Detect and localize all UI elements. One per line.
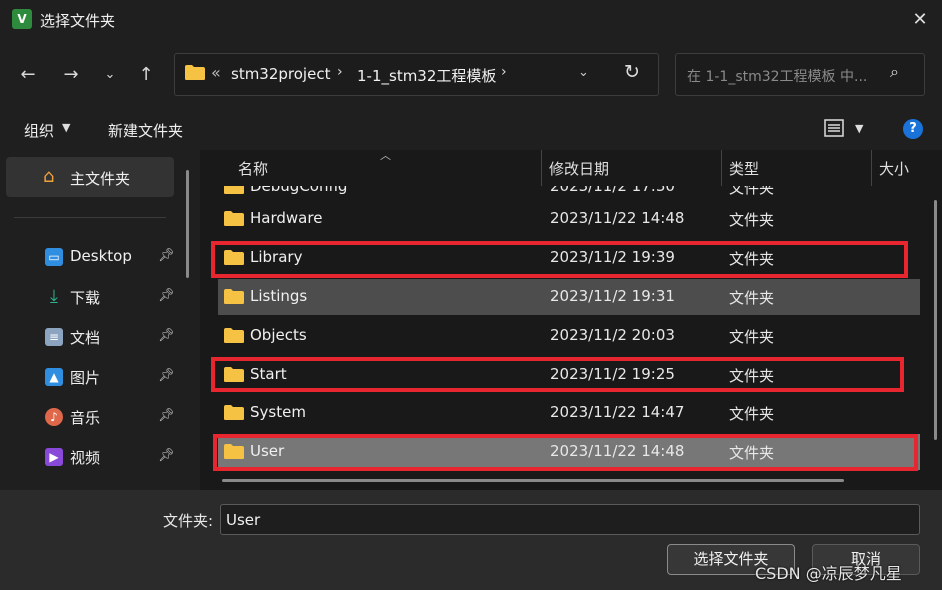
overflow-icon[interactable]: «	[211, 63, 221, 82]
sidebar-item-label: Desktop	[70, 247, 132, 265]
horizontal-scrollbar[interactable]	[222, 479, 844, 482]
file-row[interactable]: Objects 2023/11/2 20:03 文件夹	[218, 318, 920, 354]
sidebar-item-videos[interactable]: ▶ 视频 📌︎	[0, 439, 190, 475]
file-date: 2023/11/22 14:48	[550, 209, 685, 227]
sidebar-item-label: 下载	[70, 289, 101, 307]
music-icon: ♪	[45, 408, 63, 426]
file-type: 文件夹	[729, 211, 775, 229]
view-list-icon[interactable]	[824, 119, 844, 137]
chevron-right-icon[interactable]: ›	[337, 64, 343, 80]
file-name: DebugConfig	[250, 186, 348, 195]
file-row[interactable]: Listings 2023/11/2 19:31 文件夹	[218, 279, 920, 315]
file-name: Listings	[250, 287, 308, 305]
file-type: 文件夹	[729, 405, 775, 423]
document-icon: ≡	[45, 328, 63, 346]
column-divider[interactable]	[541, 150, 542, 186]
home-icon: ⌂	[43, 166, 55, 187]
arrow-left-icon[interactable]: ←	[14, 62, 42, 88]
arrow-right-icon[interactable]: →	[57, 62, 85, 88]
sidebar-divider	[14, 217, 166, 218]
file-row[interactable]: DebugConfig 2023/11/2 17:30 文件夹	[218, 186, 920, 198]
chevron-right-icon[interactable]: ›	[501, 64, 507, 80]
column-divider[interactable]	[871, 150, 872, 186]
file-row[interactable]: System 2023/11/22 14:47 文件夹	[218, 395, 920, 431]
folder-icon	[224, 405, 244, 420]
file-date: 2023/11/2 19:31	[550, 287, 675, 305]
highlight-box	[211, 357, 904, 392]
column-header-name[interactable]: 名称	[238, 158, 268, 179]
app-icon: V	[12, 9, 32, 29]
new-folder-button[interactable]: 新建文件夹	[108, 120, 183, 141]
file-type: 文件夹	[729, 289, 775, 307]
sidebar-item-label: 图片	[70, 369, 101, 387]
column-divider[interactable]	[721, 150, 722, 186]
pin-icon[interactable]: 📌︎	[158, 288, 175, 303]
sidebar-item-documents[interactable]: ≡ 文档 📌︎	[0, 319, 190, 355]
watermark: CSDN @凉辰梦凡星	[755, 564, 902, 583]
file-name: Objects	[250, 326, 307, 344]
highlight-box	[213, 434, 918, 471]
folder-field-label: 文件夹:	[163, 512, 214, 530]
search-icon[interactable]: ⌕	[890, 62, 899, 82]
file-row[interactable]: Hardware 2023/11/22 14:48 文件夹	[218, 201, 920, 237]
help-icon[interactable]: ?	[903, 119, 923, 139]
file-name: Hardware	[250, 209, 323, 227]
caret-down-icon[interactable]: ▼	[62, 121, 70, 134]
breadcrumb-stm32project[interactable]: stm32project	[231, 65, 330, 83]
folder-icon	[224, 211, 244, 226]
pin-icon[interactable]: 📌︎	[158, 248, 175, 263]
highlight-box	[211, 241, 908, 278]
sidebar-item-downloads[interactable]: ⤓ 下载 📌︎	[0, 279, 190, 315]
refresh-icon[interactable]: ↻	[624, 61, 640, 83]
pictures-icon: ▲	[45, 368, 63, 386]
search-placeholder[interactable]: 在 1-1_stm32工程模板 中...	[687, 66, 867, 86]
sidebar-item-label: 文档	[70, 329, 101, 347]
breadcrumb-project-template[interactable]: 1-1_stm32工程模板	[357, 65, 496, 86]
clip-region: DebugConfig 2023/11/2 17:30 文件夹	[200, 186, 928, 198]
sidebar-item-label: 音乐	[70, 409, 101, 427]
file-type: 文件夹	[729, 328, 775, 346]
folder-icon	[224, 289, 244, 304]
file-date: 2023/11/2 17:30	[550, 186, 675, 195]
file-type: 文件夹	[729, 186, 775, 197]
pin-icon[interactable]: 📌︎	[158, 448, 175, 463]
title-bar	[0, 0, 942, 40]
file-date: 2023/11/2 20:03	[550, 326, 675, 344]
column-header-type[interactable]: 类型	[729, 158, 759, 179]
folder-icon	[185, 65, 205, 80]
column-header-size[interactable]: 大小	[879, 158, 909, 179]
file-date: 2023/11/22 14:47	[550, 403, 685, 421]
file-list-scrollbar[interactable]	[934, 200, 937, 440]
address-dropdown-icon[interactable]: ⌄	[578, 65, 589, 80]
sidebar-scrollbar[interactable]	[186, 170, 189, 278]
chevron-down-icon[interactable]: ⌄	[96, 62, 124, 88]
video-icon: ▶	[45, 448, 63, 466]
sort-ascending-icon: ︿	[380, 149, 391, 162]
sidebar-item-label: 视频	[70, 449, 101, 467]
arrow-up-icon[interactable]: ↑	[132, 62, 160, 88]
organize-button[interactable]: 组织	[24, 120, 54, 141]
pin-icon[interactable]: 📌︎	[158, 408, 175, 423]
sidebar-home-label: 主文件夹	[70, 170, 131, 188]
sidebar-item-pictures[interactable]: ▲ 图片 📌︎	[0, 359, 190, 395]
close-icon[interactable]: ✕	[905, 6, 935, 34]
desktop-icon: ▭	[45, 248, 63, 266]
folder-icon	[224, 328, 244, 343]
pin-icon[interactable]: 📌︎	[158, 328, 175, 343]
sidebar-item-desktop[interactable]: ▭ Desktop 📌︎	[0, 239, 190, 275]
window-title: 选择文件夹	[40, 12, 116, 30]
folder-name-input[interactable]	[220, 504, 920, 535]
download-icon: ⤓	[50, 286, 58, 307]
pin-icon[interactable]: 📌︎	[158, 368, 175, 383]
column-header-modified[interactable]: 修改日期	[549, 158, 609, 179]
folder-icon	[224, 186, 244, 194]
view-caret-icon[interactable]: ▼	[855, 122, 863, 135]
file-name: System	[250, 403, 306, 421]
sidebar-item-music[interactable]: ♪ 音乐 📌︎	[0, 399, 190, 435]
